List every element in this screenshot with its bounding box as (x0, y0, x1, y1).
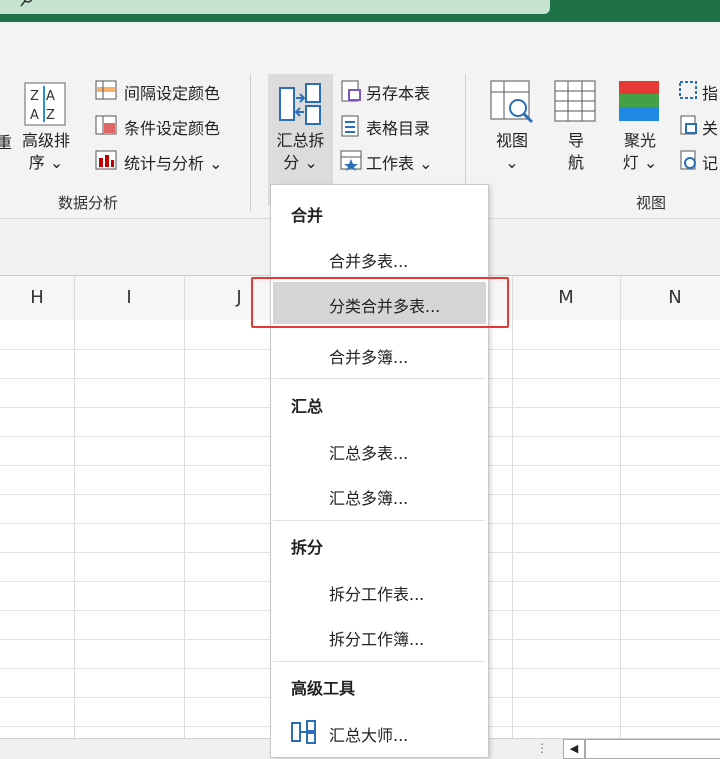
menu-section-advanced-tools: 高级工具 (291, 679, 356, 698)
column-header-i[interactable]: I (74, 276, 184, 320)
search-icon (20, 0, 33, 7)
menu-section-summary: 汇总 (291, 397, 324, 416)
spotlight-icon (619, 81, 659, 121)
advanced-sort-icon: Z A A Z (24, 82, 66, 126)
navigation-line1: 导 (567, 131, 584, 150)
close-doc-icon (680, 115, 697, 135)
interval-color-icon (95, 80, 117, 100)
summary-split-icon (279, 83, 321, 125)
advanced-sort-button[interactable]: 高级排 序 ⌄ (16, 130, 76, 174)
statistics-icon (95, 150, 117, 170)
menu-item-summary-workbooks[interactable]: 汇总多簿... (329, 485, 408, 509)
worksheet-icon (340, 150, 362, 171)
pointer-icon (679, 81, 697, 99)
data-analysis-group-label: 数据分析 (58, 194, 119, 212)
partial-button-label[interactable]: 重 (0, 132, 12, 154)
summary-split-dropdown: 合并 合并多表... 合并多簿... 汇总 汇总多表... 汇总多簿... 拆分… (270, 184, 489, 758)
view-group-label: 视图 (636, 194, 667, 212)
navigation-button[interactable]: 导 航 (552, 130, 600, 174)
view-line1: 视图 (495, 131, 528, 150)
view-button[interactable]: 视图 ⌄ (484, 130, 540, 174)
condition-color-button[interactable]: 条件设定颜色 (124, 115, 220, 139)
save-sheet-icon (341, 80, 361, 102)
advanced-sort-line2: 序 ⌄ (28, 153, 64, 172)
search-box[interactable] (0, 0, 550, 14)
menu-section-split: 拆分 (291, 538, 324, 557)
advanced-sort-line1: 高级排 (21, 131, 70, 150)
highlight-annotation-box (251, 277, 509, 328)
menu-item-split-worksheet[interactable]: 拆分工作表... (329, 581, 424, 605)
group-separator (250, 74, 251, 212)
navigation-icon (554, 80, 596, 122)
summary-split-line1: 汇总拆 (276, 131, 325, 150)
scroll-left-button[interactable]: ◀ (563, 739, 585, 759)
svg-text:A: A (46, 89, 55, 104)
menu-item-summary-master[interactable]: 汇总大师... (329, 722, 408, 746)
menu-item-summary-sheets[interactable]: 汇总多表... (329, 440, 408, 464)
menu-item-merge-workbooks[interactable]: 合并多簿... (329, 344, 408, 368)
menu-item-split-workbook[interactable]: 拆分工作簿... (329, 626, 424, 650)
right-item-3[interactable]: 记 (702, 150, 718, 174)
spotlight-button[interactable]: 聚光 灯 ⌄ (612, 130, 668, 174)
column-header-m[interactable]: M (512, 276, 620, 320)
menu-section-merge: 合并 (291, 206, 324, 225)
interval-color-button[interactable]: 间隔设定颜色 (124, 80, 220, 104)
svg-text:Z: Z (30, 89, 39, 104)
column-header-h[interactable]: H (0, 276, 74, 320)
svg-text:Z: Z (46, 108, 55, 123)
split-handle[interactable]: ⋮ (536, 741, 548, 755)
view-line2: ⌄ (505, 153, 519, 172)
record-icon (680, 150, 696, 170)
condition-color-icon (95, 115, 117, 135)
view-icon (490, 80, 534, 124)
right-item-1[interactable]: 指 (702, 80, 718, 104)
svg-text:A: A (30, 108, 39, 123)
table-directory-button[interactable]: 表格目录 (366, 115, 430, 139)
title-bar (0, 0, 720, 22)
worksheet-button[interactable]: 工作表 ⌄ (366, 150, 433, 174)
summary-master-icon (291, 720, 316, 744)
summary-split-line2: 分 ⌄ (283, 153, 318, 172)
menu-item-merge-sheets[interactable]: 合并多表... (329, 248, 408, 272)
spotlight-line2: 灯 ⌄ (622, 153, 658, 172)
horizontal-scrollbar[interactable] (585, 739, 720, 759)
column-header-n[interactable]: N (620, 276, 720, 320)
statistics-analysis-button[interactable]: 统计与分析 ⌄ (124, 150, 223, 174)
save-sheet-button[interactable]: 另存本表 (366, 80, 430, 104)
table-directory-icon (341, 115, 359, 137)
right-item-2[interactable]: 关 (702, 115, 718, 139)
spotlight-line1: 聚光 (623, 131, 656, 150)
navigation-line2: 航 (567, 153, 584, 172)
